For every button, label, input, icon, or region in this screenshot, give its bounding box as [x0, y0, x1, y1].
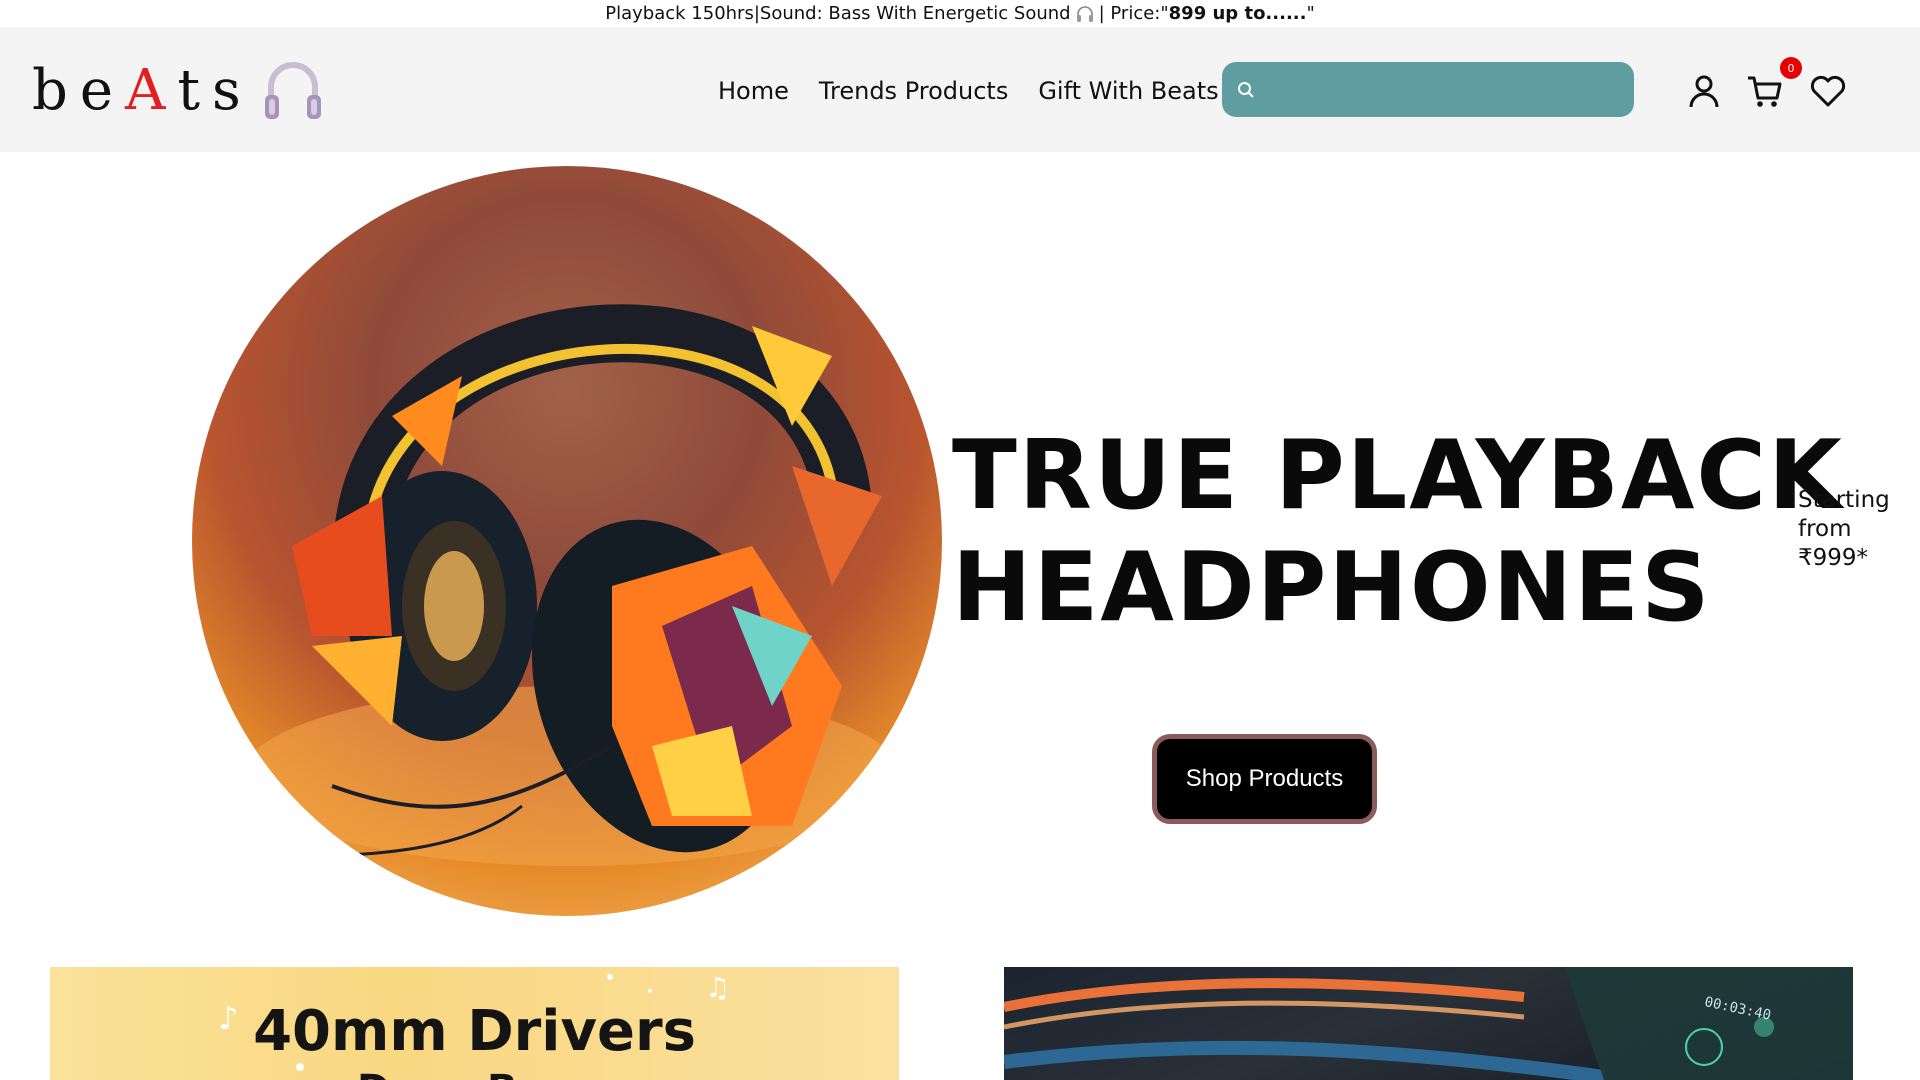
search-icon[interactable] [1236, 80, 1256, 100]
starting-price: Starting from ₹999* [1798, 486, 1908, 573]
headphones-icon [1076, 5, 1093, 22]
nav-link-home[interactable]: Home [718, 77, 789, 105]
main-nav: Home Trends Products Gift With Beats [718, 77, 1219, 105]
price-value: ₹999* [1798, 545, 1869, 571]
user-icon[interactable] [1684, 71, 1724, 111]
navbar: be Ats Home Trends Products Gift With Bea… [0, 27, 1920, 152]
announcement-quote: " [1306, 3, 1315, 24]
site-logo[interactable]: be Ats [32, 55, 325, 125]
logo-text-suffix: ts [177, 57, 253, 123]
banner-left-subtitle: Deep Bass [50, 1067, 899, 1080]
heart-icon[interactable] [1808, 71, 1848, 111]
hero-title-line-2: HEADPHONES [952, 533, 1712, 643]
announcement-price-text: | Price:" [1098, 3, 1169, 24]
announcement-bar: Playback 150hrs|Sound: Bass With Energet… [0, 0, 1920, 27]
hero-illustration [242, 304, 902, 866]
announcement-price-value: 899 up to...... [1168, 3, 1307, 24]
banner-left-title: 40mm Drivers [253, 999, 696, 1064]
nav-link-gift-with-beats[interactable]: Gift With Beats [1038, 77, 1218, 105]
drivers-banner[interactable]: ♫ ♪ 40mm Drivers Deep Bass [50, 967, 899, 1080]
headphones-icon [264, 62, 321, 119]
hero-headphones-image [192, 166, 942, 916]
nav-link-trends-products[interactable]: Trends Products [819, 77, 1008, 105]
logo-text-prefix: be [32, 57, 125, 123]
announcement-text: Playback 150hrs|Sound: Bass With Energet… [605, 3, 1071, 24]
hero-title-line-1: TRUE PLAYBACK [952, 421, 1844, 531]
shop-products-button[interactable]: Shop Products [1152, 734, 1377, 824]
logo-text-accent: A [125, 57, 178, 123]
search-input[interactable] [1256, 62, 1634, 117]
search-bar [1222, 62, 1634, 117]
starting-label: Starting from [1798, 487, 1890, 542]
feature-banner[interactable]: 00:03:40 [1004, 967, 1853, 1080]
cart-count-badge: 0 [1780, 57, 1802, 79]
cart-icon[interactable] [1745, 71, 1785, 111]
hero-title: TRUE PLAYBACK HEADPHONES [952, 420, 1844, 644]
light-trails-decoration [1004, 967, 1853, 1080]
